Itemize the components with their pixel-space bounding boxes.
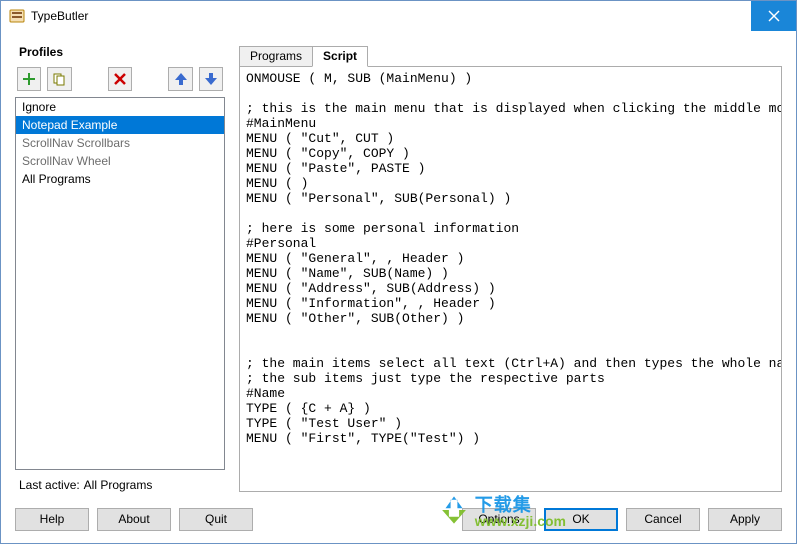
- profiles-toolbar: [15, 63, 225, 97]
- script-editor[interactable]: [240, 67, 781, 491]
- copy-icon: [52, 72, 66, 86]
- options-button[interactable]: Options: [462, 508, 536, 531]
- tab-programs[interactable]: Programs: [239, 46, 313, 67]
- right-panel: Programs Script: [239, 45, 782, 492]
- last-active-label: Last active:: [19, 478, 81, 492]
- profiles-heading: Profiles: [15, 45, 225, 59]
- toolbar-spacer: [138, 67, 162, 91]
- cancel-button[interactable]: Cancel: [626, 508, 700, 531]
- apply-button[interactable]: Apply: [708, 508, 782, 531]
- script-editor-wrap: [240, 67, 781, 491]
- profiles-list[interactable]: IgnoreNotepad ExampleScrollNav Scrollbar…: [15, 97, 225, 470]
- window-close-button[interactable]: [751, 1, 796, 31]
- tab-script[interactable]: Script: [312, 46, 368, 67]
- profile-item[interactable]: All Programs: [16, 170, 224, 188]
- move-down-button[interactable]: [199, 67, 223, 91]
- ok-button[interactable]: OK: [544, 508, 618, 531]
- app-window: TypeButler Profiles: [0, 0, 797, 544]
- footer-right: Options OK Cancel Apply: [462, 508, 782, 531]
- quit-button[interactable]: Quit: [179, 508, 253, 531]
- arrow-down-icon: [204, 72, 218, 86]
- plus-icon: [22, 72, 36, 86]
- last-active-row: Last active: All Programs: [15, 478, 225, 492]
- footer: Help About Quit Options OK Cancel Apply: [1, 502, 796, 543]
- delete-profile-button[interactable]: [108, 67, 132, 91]
- window-title: TypeButler: [31, 9, 88, 23]
- help-button[interactable]: Help: [15, 508, 89, 531]
- profile-item[interactable]: Ignore: [16, 98, 224, 116]
- x-icon: [114, 73, 126, 85]
- close-icon: [768, 10, 780, 22]
- tab-content: [239, 67, 782, 492]
- arrow-up-icon: [174, 72, 188, 86]
- add-profile-button[interactable]: [17, 67, 41, 91]
- profiles-panel: Profiles: [15, 45, 225, 492]
- footer-left: Help About Quit: [15, 508, 253, 531]
- profile-item[interactable]: ScrollNav Scrollbars: [16, 134, 224, 152]
- last-active-value: All Programs: [84, 478, 153, 492]
- toolbar-spacer: [78, 67, 102, 91]
- profile-item[interactable]: Notepad Example: [16, 116, 224, 134]
- profile-item[interactable]: ScrollNav Wheel: [16, 152, 224, 170]
- app-icon: [9, 8, 25, 24]
- tabstrip: Programs Script: [239, 45, 782, 67]
- copy-profile-button[interactable]: [47, 67, 71, 91]
- move-up-button[interactable]: [168, 67, 192, 91]
- about-button[interactable]: About: [97, 508, 171, 531]
- content-area: Profiles: [1, 31, 796, 502]
- titlebar: TypeButler: [1, 1, 796, 31]
